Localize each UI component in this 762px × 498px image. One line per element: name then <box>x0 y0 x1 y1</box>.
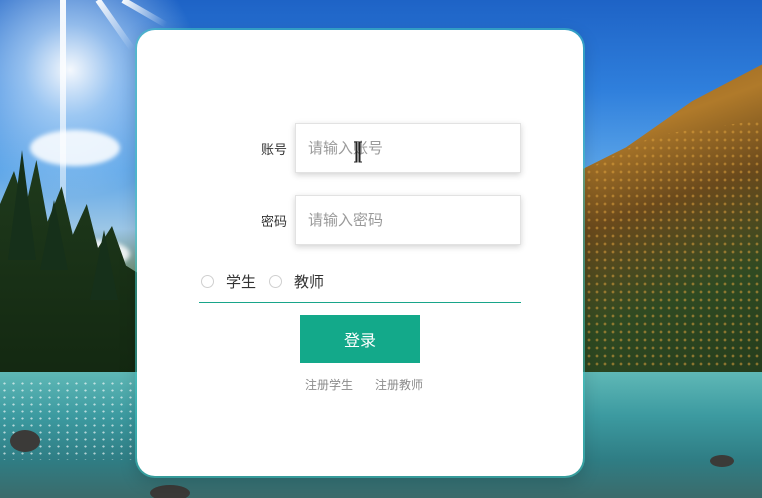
role-option-teacher[interactable]: 教师 <box>269 270 324 292</box>
password-label: 密码 <box>260 215 287 230</box>
account-input[interactable] <box>295 123 521 173</box>
pine-tree <box>90 230 118 300</box>
autumn-trees <box>585 120 762 370</box>
rock <box>710 455 734 467</box>
rock <box>150 485 190 498</box>
account-label: 账号 <box>260 143 287 158</box>
login-button[interactable]: 登录 <box>300 315 420 363</box>
radio-button[interactable] <box>201 274 214 288</box>
register-teacher-link[interactable]: 注册教师 <box>375 376 423 394</box>
role-option-student[interactable]: 学生 <box>201 270 256 292</box>
background-landscape: 账号 密码 学生 教师 登录 注册学生 注册教师 <box>0 0 762 498</box>
role-selector: 学生 教师 <box>199 266 521 303</box>
role-label: 教师 <box>294 272 325 291</box>
pine-tree <box>40 200 68 270</box>
radio-button[interactable] <box>269 274 282 288</box>
password-input[interactable] <box>295 195 521 245</box>
pine-tree <box>8 150 36 260</box>
role-label: 学生 <box>226 272 257 291</box>
cloud <box>30 130 120 166</box>
login-card: 账号 密码 学生 教师 登录 注册学生 注册教师 <box>137 30 583 476</box>
register-links: 注册学生 注册教师 <box>305 376 423 394</box>
rock <box>10 430 40 452</box>
i-beam-cursor-icon <box>354 141 362 163</box>
password-row: 密码 <box>137 195 583 247</box>
register-student-link[interactable]: 注册学生 <box>305 376 353 394</box>
